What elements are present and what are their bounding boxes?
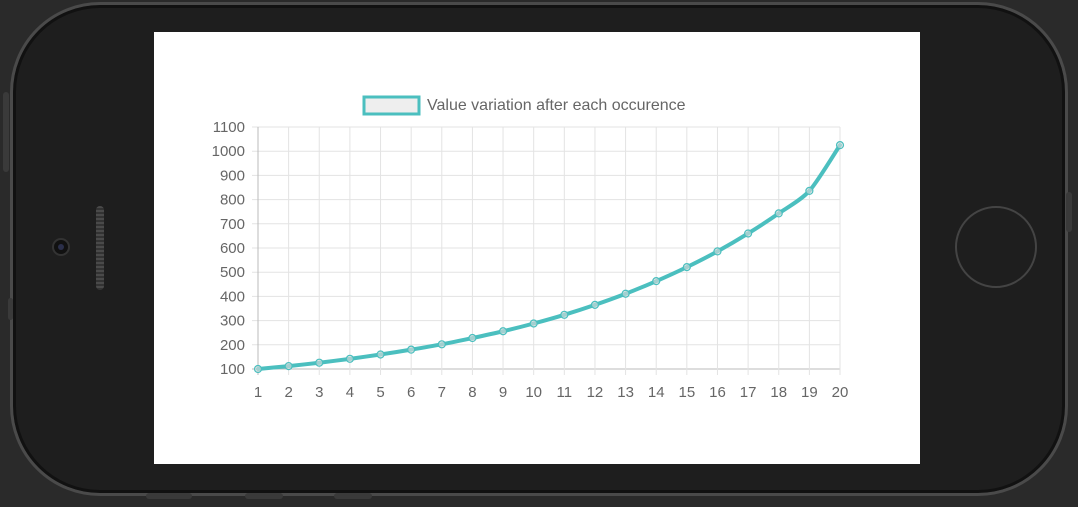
legend-swatch — [362, 95, 421, 116]
data-point — [315, 358, 324, 367]
x-tick-label: 2 — [284, 384, 292, 401]
x-tick-label: 20 — [832, 384, 849, 401]
data-point — [805, 186, 814, 195]
data-points — [253, 141, 845, 374]
x-tick-label: 16 — [709, 384, 726, 401]
y-tick-label: 1000 — [212, 143, 245, 160]
power-button[interactable] — [1066, 192, 1072, 232]
data-point — [774, 209, 783, 218]
y-tick-label: 100 — [220, 361, 245, 378]
data-point — [713, 247, 722, 256]
data-point — [744, 229, 753, 238]
y-tick-label: 1100 — [213, 119, 245, 136]
x-tick-label: 10 — [525, 384, 542, 401]
x-tick-label: 6 — [407, 384, 415, 401]
x-tick-label: 7 — [438, 384, 446, 401]
side-button[interactable] — [8, 298, 13, 320]
y-tick-label: 800 — [220, 192, 245, 209]
line-chart: Value variation after each occurence 100… — [212, 95, 849, 401]
data-point — [835, 141, 845, 150]
grid — [252, 126, 841, 375]
data-point — [376, 350, 385, 359]
x-tick-label: 15 — [678, 384, 695, 401]
data-point — [682, 263, 691, 272]
data-point — [407, 345, 416, 354]
y-tick-label: 600 — [220, 240, 245, 257]
bottom-button-3[interactable] — [334, 493, 372, 499]
data-point — [590, 300, 600, 309]
x-tick-label: 1 — [254, 384, 262, 401]
data-point — [529, 319, 538, 328]
data-point — [437, 340, 446, 349]
y-tick-label: 500 — [220, 264, 245, 281]
y-tick-label: 200 — [220, 337, 245, 354]
x-tick-label: 3 — [315, 384, 323, 401]
y-tick-label: 900 — [220, 167, 245, 184]
x-tick-label: 11 — [557, 384, 573, 401]
x-tick-label: 9 — [499, 384, 507, 401]
y-axis: 100 200 300 400 500 600 700 800 900 1000 1100 — [212, 119, 245, 378]
legend[interactable]: Value variation after each occurence — [362, 95, 686, 116]
data-point — [560, 310, 569, 319]
x-axis: 1 2 3 4 5 6 7 8 9 10 11 12 13 14 15 16 17 18 19 20 — [254, 384, 849, 401]
y-tick-label: 700 — [220, 216, 245, 233]
bottom-button-1[interactable] — [146, 493, 192, 499]
bottom-button-2[interactable] — [245, 493, 283, 499]
speaker-grille — [96, 206, 104, 290]
data-point — [498, 327, 508, 336]
volume-button[interactable] — [3, 92, 9, 172]
data-point — [284, 361, 293, 371]
y-tick-label: 300 — [220, 313, 245, 330]
data-point — [652, 277, 661, 286]
front-camera — [52, 238, 70, 256]
data-point — [345, 354, 354, 363]
data-point — [253, 364, 263, 374]
series-line — [256, 143, 842, 371]
x-tick-label: 5 — [376, 384, 384, 401]
x-tick-label: 4 — [346, 384, 354, 401]
legend-label: Value variation after each occurence — [427, 97, 686, 114]
screen: Value variation after each occurence 100… — [154, 32, 920, 464]
home-button[interactable] — [955, 206, 1037, 288]
x-tick-label: 18 — [770, 384, 787, 401]
y-tick-label: 400 — [220, 288, 245, 305]
x-tick-label: 14 — [648, 384, 665, 401]
x-tick-label: 13 — [617, 384, 634, 401]
data-point — [468, 333, 477, 343]
x-tick-label: 19 — [801, 384, 818, 401]
x-tick-label: 12 — [587, 384, 604, 401]
x-tick-label: 8 — [468, 384, 476, 401]
x-tick-label: 17 — [740, 384, 757, 401]
data-point — [621, 289, 630, 298]
